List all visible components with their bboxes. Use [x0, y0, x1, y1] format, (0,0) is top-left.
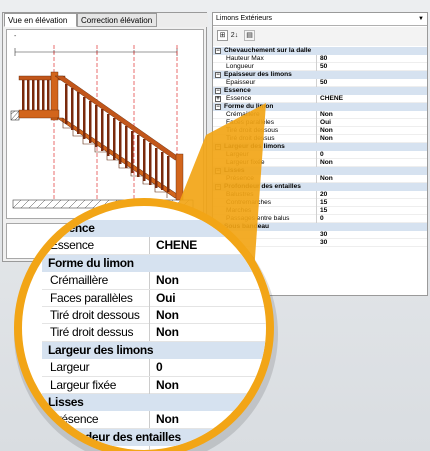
zoom-property-row: Présence Non — [42, 411, 266, 429]
zoom-category-row: Forme du limon — [42, 254, 266, 273]
zoom-property-row: Crémaillère Non — [42, 272, 266, 290]
zoom-property-label: Tiré droit dessus — [42, 324, 150, 342]
zoom-property-value: Non — [156, 307, 179, 322]
zoom-property-value: 20 — [156, 446, 169, 450]
zoom-property-row: Largeur 0 — [42, 359, 266, 377]
zoom-category-label: Essence — [48, 221, 95, 235]
zoom-property-value: Non — [156, 273, 179, 288]
zoom-property-value: Non — [156, 325, 179, 340]
zoom-property-label: Crémaillère — [42, 272, 150, 290]
zoom-property-label: Faces parallèles — [42, 289, 150, 307]
zoom-property-value: Non — [156, 412, 179, 427]
zoom-category-label: Forme du limon — [48, 255, 134, 270]
zoom-category-label: Profondeur des entailles — [48, 429, 181, 444]
zoom-property-value: 0 — [156, 360, 163, 375]
zoom-category-row: Profondeur des entailles — [42, 428, 266, 447]
zoom-category-row: Essence — [42, 220, 266, 238]
zoom-property-row: Tiré droit dessous Non — [42, 306, 266, 325]
zoom-property-row: Faces parallèles Oui — [42, 289, 266, 307]
zoom-category-row: Lisses — [42, 393, 266, 412]
zoom-property-value: Oui — [156, 290, 176, 305]
zoom-property-value: Non — [156, 377, 179, 392]
zoom-category-label: Lisses — [48, 394, 84, 409]
zoom-category-row: Largeur des limons — [42, 341, 266, 360]
zoom-property-label: Tiré droit dessous — [42, 306, 150, 324]
zoom-category-label: Largeur des limons — [48, 342, 154, 357]
magnified-property-grid: Essence Essence CHENE Forme du limon Crémail… — [42, 220, 266, 450]
tab-vue-elevation[interactable]: Vue en élévation — [4, 13, 77, 27]
zoom-property-value: CHENE — [156, 238, 198, 253]
zoom-property-row: Essence CHENE — [42, 237, 266, 255]
zoom-property-label: Essence — [42, 237, 150, 255]
zoom-property-label: Largeur — [42, 359, 150, 377]
zoom-property-row: Largeur fixée Non — [42, 376, 266, 394]
magnifier-zoom: Essence Essence CHENE Forme du limon Crémail… — [14, 198, 274, 451]
zoom-property-label: Présence — [42, 411, 150, 429]
zoom-property-row: Tiré droit dessus Non — [42, 324, 266, 342]
zoom-property-label: Largeur fixée — [42, 376, 150, 394]
